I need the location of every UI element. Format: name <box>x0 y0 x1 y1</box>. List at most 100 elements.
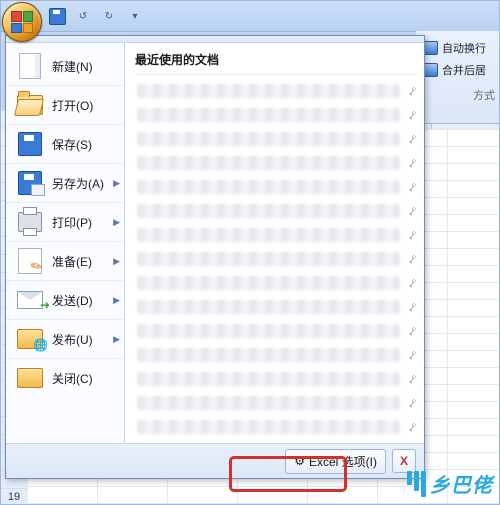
menu-item-page[interactable]: 新建(N) <box>6 47 124 85</box>
folder-open-icon <box>16 91 44 119</box>
submenu-chevron-icon: ▶ <box>113 334 120 345</box>
pin-icon[interactable]: ⟟ <box>406 420 418 435</box>
pin-icon[interactable]: ⟟ <box>406 324 418 339</box>
menu-item-label: 另存为(A) <box>52 175 104 192</box>
recent-document-item[interactable]: ⟟ <box>135 319 416 343</box>
qat-save-button[interactable] <box>47 6 67 26</box>
merge-center-label: 合并后居 <box>442 62 486 78</box>
recent-document-item[interactable]: ⟟ <box>135 127 416 151</box>
excel-options-button[interactable]: ⚙ Excel 选项(I) <box>285 449 386 474</box>
pin-icon[interactable]: ⟟ <box>406 396 418 411</box>
pin-icon[interactable]: ⟟ <box>406 156 418 171</box>
menu-item-disk[interactable]: 保存(S) <box>6 124 124 163</box>
recent-document-name <box>137 204 400 218</box>
pin-icon[interactable]: ⟟ <box>406 276 418 291</box>
pin-icon[interactable]: ⟟ <box>406 180 418 195</box>
office-button[interactable] <box>2 2 42 42</box>
recent-document-item[interactable]: ⟟ <box>135 223 416 247</box>
pin-icon[interactable]: ⟟ <box>406 228 418 243</box>
menu-item-prep[interactable]: 准备(E)▶ <box>6 241 124 280</box>
menu-item-close[interactable]: 关闭(C) <box>6 358 124 397</box>
print-icon <box>16 208 44 236</box>
menu-item-label: 打开(O) <box>52 97 93 114</box>
recent-documents-panel: 最近使用的文档 ⟟⟟⟟⟟⟟⟟⟟⟟⟟⟟⟟⟟⟟⟟⟟⟟⟟ <box>125 43 424 443</box>
recent-document-name <box>137 396 400 410</box>
recent-document-name <box>137 228 400 242</box>
row-header[interactable]: 19 <box>1 489 27 505</box>
menu-item-pub[interactable]: 发布(U) ▶ <box>6 319 124 358</box>
qat-customize-button[interactable]: ▾ <box>125 6 145 26</box>
menu-item-label: 保存(S) <box>52 136 92 153</box>
disk-alt-icon <box>16 169 44 197</box>
watermark: 乡巴佬 <box>407 469 493 498</box>
menu-item-disk-alt[interactable]: 另存为(A) ▶ <box>6 163 124 202</box>
recent-document-name <box>137 84 400 98</box>
menu-item-print[interactable]: 打印(P) ▶ <box>6 202 124 241</box>
prep-icon <box>16 247 44 275</box>
menu-item-label: 打印(P) <box>52 214 92 231</box>
pin-icon[interactable]: ⟟ <box>406 132 418 147</box>
recent-document-name <box>137 372 400 386</box>
recent-document-item[interactable]: ⟟ <box>135 247 416 271</box>
merge-center-button[interactable]: 合并后居 <box>420 59 495 81</box>
wrap-text-label: 自动换行 <box>442 40 486 56</box>
recent-document-item[interactable]: ⟟ <box>135 415 416 439</box>
recent-document-name <box>137 300 400 314</box>
office-logo-icon <box>11 11 33 33</box>
recent-document-item[interactable]: ⟟ <box>135 271 416 295</box>
disk-icon <box>16 130 44 158</box>
menu-item-send[interactable]: 发送(D)▶ <box>6 280 124 319</box>
pin-icon[interactable]: ⟟ <box>406 252 418 267</box>
title-bar: ↺ ↻ ▾ <box>1 1 499 32</box>
recent-document-item[interactable]: ⟟ <box>135 79 416 103</box>
pin-icon[interactable]: ⟟ <box>406 204 418 219</box>
pin-icon[interactable]: ⟟ <box>406 300 418 315</box>
recent-document-item[interactable]: ⟟ <box>135 367 416 391</box>
options-icon: ⚙ <box>294 454 305 468</box>
qat-undo-button[interactable]: ↺ <box>73 6 93 26</box>
recent-documents-list: ⟟⟟⟟⟟⟟⟟⟟⟟⟟⟟⟟⟟⟟⟟⟟⟟⟟ <box>135 75 416 443</box>
recent-document-name <box>137 108 400 122</box>
excel-options-label: Excel 选项(I) <box>309 453 377 470</box>
recent-document-item[interactable]: ⟟ <box>135 175 416 199</box>
recent-documents-title: 最近使用的文档 <box>135 49 416 75</box>
recent-document-item[interactable]: ⟟ <box>135 391 416 415</box>
ribbon-group-label: 方式 <box>473 87 495 103</box>
recent-document-name <box>137 252 400 266</box>
recent-document-item[interactable]: ⟟ <box>135 295 416 319</box>
office-menu: 新建(N)打开(O)保存(S)另存为(A)▶打印(P)▶准备(E)▶发送(D)▶… <box>5 35 425 479</box>
menu-item-label: 准备(E) <box>52 253 92 270</box>
recent-document-name <box>137 348 400 362</box>
menu-item-label: 关闭(C) <box>52 370 93 387</box>
menu-item-label: 新建(N) <box>52 58 93 75</box>
recent-document-item[interactable]: ⟟ <box>135 151 416 175</box>
submenu-chevron-icon: ▶ <box>113 178 120 189</box>
qat-redo-button[interactable]: ↻ <box>99 6 119 26</box>
page-icon <box>16 52 44 80</box>
recent-document-name <box>137 180 400 194</box>
pub-icon <box>16 325 44 353</box>
close-icon <box>16 364 44 392</box>
submenu-chevron-icon: ▶ <box>113 295 120 306</box>
recent-document-name <box>137 276 400 290</box>
menu-item-folder-open[interactable]: 打开(O) <box>6 85 124 124</box>
pin-icon[interactable]: ⟟ <box>406 84 418 99</box>
office-menu-footer: ⚙ Excel 选项(I) X <box>6 443 424 478</box>
menu-item-label: 发布(U) <box>52 331 93 348</box>
recent-document-item[interactable]: ⟟ <box>135 343 416 367</box>
recent-document-item[interactable]: ⟟ <box>135 199 416 223</box>
recent-document-item[interactable]: ⟟ <box>135 103 416 127</box>
recent-document-name <box>137 132 400 146</box>
ribbon-alignment-group: 自动换行 合并后居 方式 <box>416 31 499 124</box>
recent-document-name <box>137 324 400 338</box>
excel-window: ↺ ↻ ▾ 自动换行 合并后居 方式 G 1920 新建(N)打开(O)保存(S… <box>0 0 500 505</box>
submenu-chevron-icon: ▶ <box>113 217 120 228</box>
wrap-text-button[interactable]: 自动换行 <box>420 37 495 59</box>
office-menu-commands: 新建(N)打开(O)保存(S)另存为(A)▶打印(P)▶准备(E)▶发送(D)▶… <box>6 43 125 443</box>
send-icon <box>16 286 44 314</box>
recent-document-name <box>137 156 400 170</box>
pin-icon[interactable]: ⟟ <box>406 108 418 123</box>
pin-icon[interactable]: ⟟ <box>406 372 418 387</box>
pin-icon[interactable]: ⟟ <box>406 348 418 363</box>
watermark-text: 乡巴佬 <box>430 469 493 498</box>
